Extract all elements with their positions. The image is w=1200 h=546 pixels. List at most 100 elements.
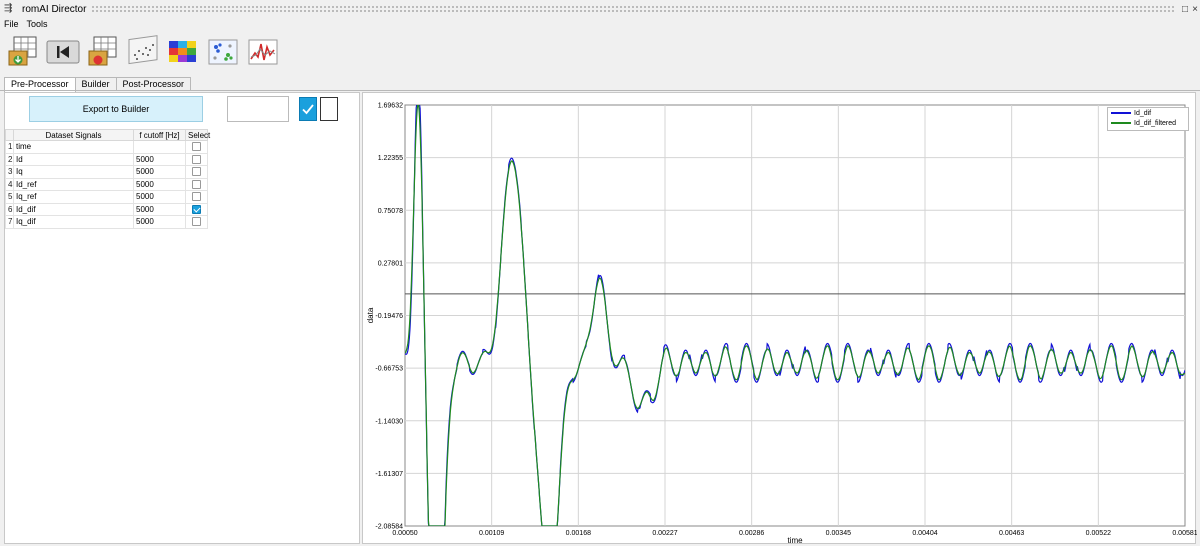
x-axis-label: time — [787, 536, 803, 545]
row-number: 5 — [5, 190, 14, 204]
y-tick-label: 0.27801 — [378, 260, 403, 267]
x-tick-label: 0.00522 — [1086, 530, 1111, 537]
cluster-plot-icon — [208, 39, 238, 65]
go-to-start-button[interactable] — [46, 35, 80, 69]
app-icon: ⇶ — [4, 3, 13, 14]
cluster-plot-button[interactable] — [206, 35, 240, 69]
table-row[interactable]: 7 Iq_dif 5000 — [5, 215, 208, 229]
select-cell — [185, 165, 208, 179]
y-tick-label: -1.61307 — [375, 471, 403, 478]
select-checkbox[interactable] — [192, 154, 201, 164]
x-tick-label: 0.00168 — [566, 530, 591, 537]
select-checkbox[interactable] — [192, 204, 201, 214]
tab-builder[interactable]: Builder — [74, 77, 117, 91]
table-row[interactable]: 4 Id_ref 5000 — [5, 177, 208, 191]
dataset-export-button[interactable] — [86, 35, 120, 69]
table-row[interactable]: 1 time — [5, 140, 208, 154]
select-cell — [185, 215, 208, 229]
select-cell — [185, 177, 208, 191]
table-row[interactable]: 2 Id 5000 — [5, 152, 208, 166]
cutoff-value[interactable]: 5000 — [133, 177, 186, 191]
heatmap-icon — [169, 41, 196, 62]
x-tick-label: 0.00227 — [652, 530, 677, 537]
signals-table: Dataset Signals f cutoff [Hz] Select 1 t… — [5, 129, 210, 229]
row-number: 4 — [5, 177, 14, 191]
signal-name[interactable]: Id — [13, 152, 134, 166]
signal-name[interactable]: time — [13, 140, 134, 154]
title-bar: ⇶ romAI Director □ × — [0, 0, 1200, 18]
heatmap-button[interactable] — [166, 35, 200, 69]
plot-legend: Id_dif Id_dif_filtered — [1107, 107, 1189, 131]
signal-name[interactable]: Iq_dif — [13, 215, 134, 229]
select-checkbox[interactable] — [192, 167, 201, 177]
signal-plot[interactable]: 0.00050 0.00109 0.00168 0.00227 0.00286 0.003… — [363, 93, 1197, 546]
signal-name[interactable]: Iq — [13, 165, 134, 179]
row-number: 6 — [5, 202, 14, 216]
close-icon[interactable]: × — [1190, 4, 1200, 15]
y-axis-label: data — [366, 307, 375, 323]
header-f-cutoff[interactable]: f cutoff [Hz] — [133, 129, 186, 141]
cutoff-value[interactable]: 5000 — [133, 152, 186, 166]
table-header-row: Dataset Signals f cutoff [Hz] Select — [5, 129, 210, 141]
tab-post-processor[interactable]: Post-Processor — [115, 77, 192, 91]
select-checkbox[interactable] — [192, 217, 201, 227]
select-cell — [185, 152, 208, 166]
export-to-builder-button[interactable]: Export to Builder — [29, 96, 203, 122]
scatter-plot-button[interactable] — [126, 35, 160, 69]
table-row[interactable]: 5 Iq_ref 5000 — [5, 190, 208, 204]
x-tick-label: 0.00581 — [1172, 530, 1197, 537]
select-cell — [185, 140, 208, 154]
y-tick-label: -0.19476 — [375, 313, 403, 320]
x-tick-label: 0.00050 — [392, 530, 417, 537]
signal-name[interactable]: Id_ref — [13, 177, 134, 191]
legend-swatch — [1111, 112, 1131, 114]
signal-plot-icon — [248, 39, 278, 65]
x-tick-label: 0.00463 — [999, 530, 1024, 537]
deselect-all-checkbox[interactable] — [320, 97, 338, 121]
import-dataset-icon — [8, 36, 37, 66]
check-icon — [302, 104, 314, 115]
header-dataset-signals[interactable]: Dataset Signals — [13, 129, 134, 141]
row-number: 3 — [5, 165, 14, 179]
select-checkbox[interactable] — [192, 179, 201, 189]
signal-name[interactable]: Iq_ref — [13, 190, 134, 204]
y-tick-label: 1.69632 — [378, 103, 403, 110]
table-row[interactable]: 6 Id_dif 5000 — [5, 202, 208, 216]
preprocessor-panel: Export to Builder Dataset Signals f cuto… — [4, 92, 360, 544]
cutoff-value[interactable]: 5000 — [133, 165, 186, 179]
dataset-export-icon — [88, 36, 117, 66]
cutoff-value[interactable]: 5000 — [133, 202, 186, 216]
header-select[interactable]: Select — [185, 129, 210, 141]
table-row[interactable]: 3 Iq 5000 — [5, 165, 208, 179]
corner-cell — [5, 129, 14, 141]
signal-plot-button[interactable] — [246, 35, 280, 69]
x-tick-label: 0.00286 — [739, 530, 764, 537]
cutoff-value[interactable]: 5000 — [133, 215, 186, 229]
x-tick-label: 0.00345 — [826, 530, 851, 537]
select-checkbox[interactable] — [192, 192, 201, 202]
y-tick-label: -0.66753 — [375, 366, 403, 373]
select-all-checkbox[interactable] — [299, 97, 317, 121]
cutoff-value[interactable] — [133, 140, 186, 154]
select-cell — [185, 190, 208, 204]
menu-file[interactable]: File — [4, 19, 19, 31]
scatter-plot-icon — [128, 35, 158, 65]
maximize-icon[interactable]: □ — [1180, 4, 1190, 15]
menu-tools[interactable]: Tools — [27, 19, 48, 31]
x-tick-label: 0.00404 — [912, 530, 937, 537]
select-checkbox[interactable] — [192, 142, 201, 152]
title-drag-handle[interactable] — [92, 6, 1174, 12]
tab-divider — [0, 90, 1200, 91]
signal-plot-panel: 0.00050 0.00109 0.00168 0.00227 0.00286 0.003… — [362, 92, 1197, 546]
y-tick-label: -1.14030 — [375, 418, 403, 425]
x-tick-label: 0.00109 — [479, 530, 504, 537]
row-number: 1 — [5, 140, 14, 154]
cutoff-value[interactable]: 5000 — [133, 190, 186, 204]
import-dataset-button[interactable] — [6, 35, 40, 69]
cutoff-input[interactable] — [227, 96, 289, 122]
row-number: 7 — [5, 215, 14, 229]
menu-bar: File Tools — [4, 19, 48, 31]
y-tick-label: -2.08584 — [375, 524, 403, 531]
signal-name[interactable]: Id_dif — [13, 202, 134, 216]
legend-swatch — [1111, 122, 1131, 124]
